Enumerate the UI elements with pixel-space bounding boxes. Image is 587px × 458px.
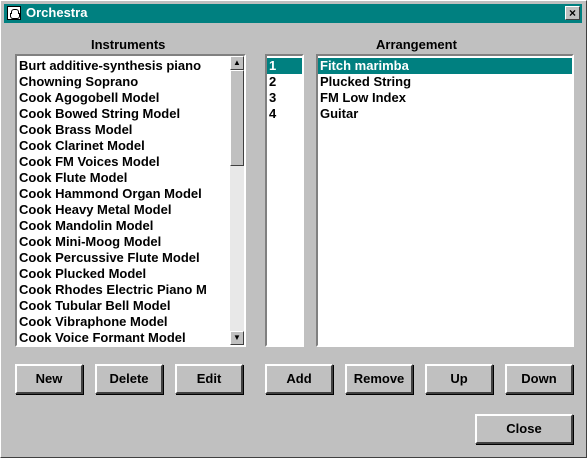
scroll-down-arrow-icon[interactable]: ▼ [230,331,244,345]
arrangement-number[interactable]: 3 [267,90,302,106]
arrangement-numbers: 1234 [267,58,302,122]
remove-button[interactable]: Remove [345,364,413,394]
instrument-item[interactable]: Cook Mandolin Model [17,218,228,234]
arrangement-number[interactable]: 1 [267,58,302,74]
instruments-heading: Instruments [91,37,166,52]
instrument-item[interactable]: Cook Mini-Moog Model [17,234,228,250]
instruments-scrollbar[interactable]: ▲ ▼ [230,56,244,345]
add-button[interactable]: Add [265,364,333,394]
instrument-item[interactable]: Cook Clarinet Model [17,138,228,154]
arrangement-list[interactable]: Fitch marimba Plucked String FM Low Index G… [316,54,574,347]
close-button[interactable]: Close [475,414,573,444]
arrangement-items: Fitch marimba Plucked String FM Low Index G… [318,58,572,122]
arrangement-number[interactable]: 4 [267,106,302,122]
orchestra-window: Orchestra × Instruments Arrangement Burt… [0,0,587,458]
delete-button[interactable]: Delete [95,364,163,394]
instrument-item[interactable]: Cook Flute Model [17,170,228,186]
instrument-item[interactable]: Burt additive-synthesis piano [17,58,228,74]
instrument-item[interactable]: Cook FM Voices Model [17,154,228,170]
instrument-item[interactable]: Chowning Soprano [17,74,228,90]
down-button[interactable]: Down [505,364,573,394]
arrangement-heading: Arrangement [376,37,457,52]
arrangement-number[interactable]: 2 [267,74,302,90]
instrument-item[interactable]: Cook Voice Formant Model [17,330,228,345]
scroll-thumb[interactable] [230,70,244,166]
up-button[interactable]: Up [425,364,493,394]
window-title: Orchestra [26,5,88,20]
instruments-items: Burt additive-synthesis piano Chowning So… [17,58,228,345]
instrument-item[interactable]: Cook Brass Model [17,122,228,138]
instrument-item[interactable]: Cook Percussive Flute Model [17,250,228,266]
instrument-item[interactable]: Cook Heavy Metal Model [17,202,228,218]
instrument-item[interactable]: Cook Vibraphone Model [17,314,228,330]
instrument-item[interactable]: Cook Plucked Model [17,266,228,282]
edit-button[interactable]: Edit [175,364,243,394]
arrangement-item[interactable]: Plucked String [318,74,572,90]
close-window-button[interactable]: × [565,6,580,20]
instrument-item[interactable]: Cook Bowed String Model [17,106,228,122]
instrument-item[interactable]: Cook Rhodes Electric Piano M [17,282,228,298]
instrument-item[interactable]: Cook Tubular Bell Model [17,298,228,314]
title-bar[interactable]: Orchestra × [4,4,582,23]
new-button[interactable]: New [15,364,83,394]
arrangement-item[interactable]: FM Low Index [318,90,572,106]
instruments-list[interactable]: Burt additive-synthesis piano Chowning So… [15,54,246,347]
instrument-item[interactable]: Cook Hammond Organ Model [17,186,228,202]
arrangement-item[interactable]: Fitch marimba [318,58,572,74]
instrument-item[interactable]: Cook Agogobell Model [17,90,228,106]
java-cup-icon [7,6,21,20]
arrangement-item[interactable]: Guitar [318,106,572,122]
arrangement-number-list[interactable]: 1234 [265,54,304,347]
scroll-up-arrow-icon[interactable]: ▲ [230,56,244,70]
